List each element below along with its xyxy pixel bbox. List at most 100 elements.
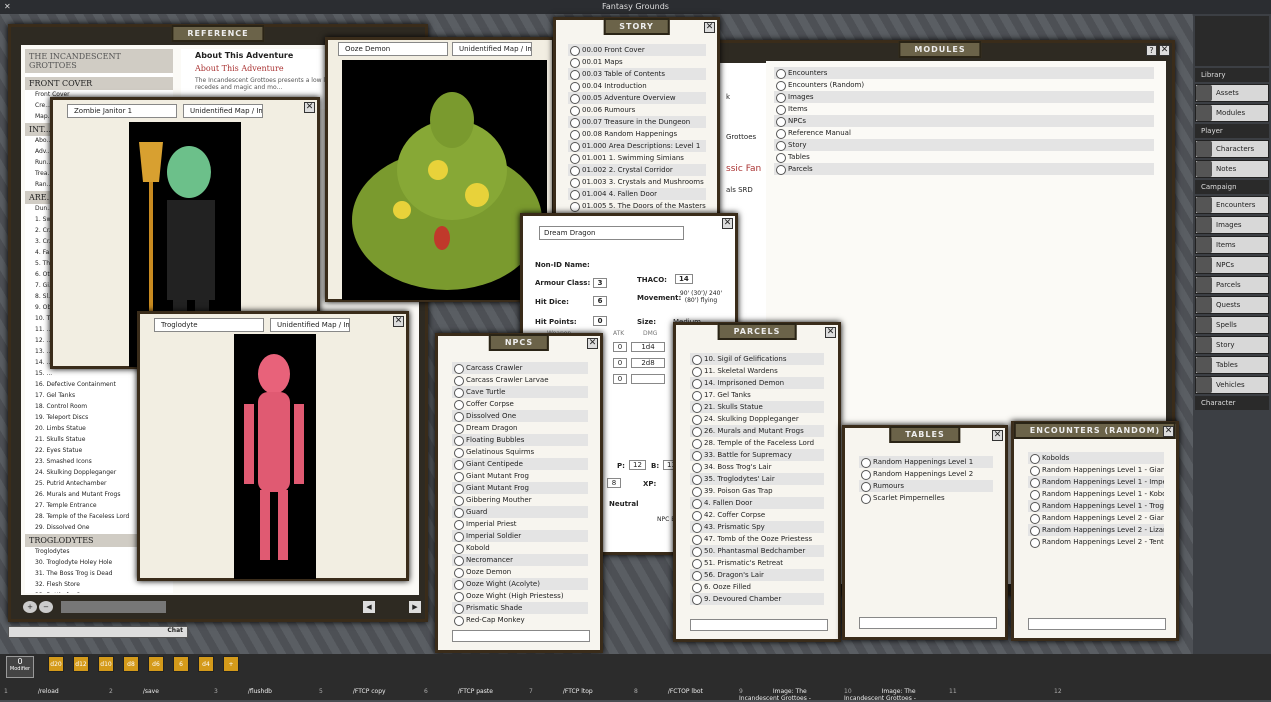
reference-link[interactable]: 33. Bottle for Supremacy: [25, 591, 173, 593]
module-item[interactable]: Encounters (Random): [774, 79, 1154, 91]
npc-item[interactable]: Necromancer: [452, 554, 588, 566]
npc-item[interactable]: Imperial Soldier: [452, 530, 588, 542]
dice-d10-button[interactable]: d10: [98, 656, 114, 672]
npc-item[interactable]: Dream Dragon: [452, 422, 588, 434]
npcs-close-button[interactable]: ✕: [587, 338, 598, 349]
story-item[interactable]: 00.03 Table of Contents: [568, 68, 706, 80]
npc-item[interactable]: Ooze Wight (Acolyte): [452, 578, 588, 590]
reference-link[interactable]: 32. Flesh Store: [25, 580, 173, 591]
npc-item[interactable]: Gelatinous Squirms: [452, 446, 588, 458]
modifier-box[interactable]: 0 Modifier: [6, 656, 34, 678]
dmg1-field[interactable]: 1d4: [631, 342, 665, 352]
parcel-item[interactable]: 43. Prismatic Spy: [690, 521, 824, 533]
character-header[interactable]: Character: [1195, 396, 1269, 410]
parcel-item[interactable]: 4. Fallen Door: [690, 497, 824, 509]
dice-d6-button[interactable]: d6: [148, 656, 164, 672]
npc-item[interactable]: Dissolved One: [452, 410, 588, 422]
remove-button[interactable]: −: [39, 601, 53, 613]
module-item[interactable]: Tables: [774, 151, 1154, 163]
atk3-field[interactable]: 0: [613, 374, 627, 384]
module-item[interactable]: Parcels: [774, 163, 1154, 175]
story-item[interactable]: 00.07 Treasure in the Dungeon: [568, 116, 706, 128]
parcel-item[interactable]: 34. Boss Trog's Lair: [690, 461, 824, 473]
hotkey-slot[interactable]: 11: [949, 688, 1049, 700]
atk1-field[interactable]: 0: [613, 342, 627, 352]
npc-item[interactable]: Kobold: [452, 542, 588, 554]
assets-button[interactable]: Assets: [1195, 84, 1269, 102]
story-item[interactable]: 01.003 3. Crystals and Mushrooms: [568, 176, 706, 188]
hotkey-slot[interactable]: 6/FTCP paste: [424, 688, 524, 700]
story-item[interactable]: 00.01 Maps: [568, 56, 706, 68]
parcel-item[interactable]: 47. Tomb of the Ooze Priestess: [690, 533, 824, 545]
npc-item[interactable]: Prismatic Shade: [452, 602, 588, 614]
story-item[interactable]: 01.005 5. The Doors of the Masters: [568, 200, 706, 212]
table-item[interactable]: Scarlet Pimpernelles: [859, 492, 993, 504]
sidebar-item-images[interactable]: Images: [1195, 216, 1269, 234]
app-close-icon[interactable]: ✕: [4, 0, 11, 14]
encounters-search[interactable]: [1028, 618, 1166, 630]
module-item[interactable]: Images: [774, 91, 1154, 103]
story-item[interactable]: 00.04 Introduction: [568, 80, 706, 92]
sidebar-item-encounters[interactable]: Encounters: [1195, 196, 1269, 214]
story-item[interactable]: 01.001 1. Swimming Simians: [568, 152, 706, 164]
encounter-item[interactable]: Random Happenings Level 2 - Tentacles: [1028, 536, 1164, 548]
trog-image-field[interactable]: Unidentified Map / Imag: [270, 318, 350, 332]
story-item[interactable]: 01.002 2. Crystal Corridor: [568, 164, 706, 176]
prev-page-button[interactable]: ◀: [363, 601, 375, 613]
parcels-search[interactable]: [690, 619, 828, 631]
hotkey-slot[interactable]: 12: [1054, 688, 1154, 700]
npc-item[interactable]: Carcass Crawler: [452, 362, 588, 374]
npc-item[interactable]: Red-Cap Monkey: [452, 614, 588, 626]
player-header[interactable]: Player: [1195, 124, 1269, 138]
encounter-item[interactable]: Random Happenings Level 2 - Giant Mutant…: [1028, 512, 1164, 524]
parcel-item[interactable]: 9. Devoured Chamber: [690, 593, 824, 605]
zombie-name-field[interactable]: Zombie Janitor 1: [67, 104, 177, 118]
encounter-item[interactable]: Random Happenings Level 1 - Giant Centip…: [1028, 464, 1164, 476]
parcel-item[interactable]: 24. Skulking Doppleganger: [690, 413, 824, 425]
ac-field[interactable]: 3: [593, 278, 607, 288]
dice-d20-button[interactable]: d20: [48, 656, 64, 672]
sidebar-item-items[interactable]: Items: [1195, 236, 1269, 254]
hotkey-slot[interactable]: 8/FCTOP lbot: [634, 688, 734, 700]
module-item[interactable]: Story: [774, 139, 1154, 151]
trog-name-field[interactable]: Troglodyte: [154, 318, 264, 332]
npc-name-field[interactable]: Dream Dragon: [539, 226, 684, 240]
encounter-item[interactable]: Random Happenings Level 1 - Kobolds: [1028, 488, 1164, 500]
sidebar-item-tables[interactable]: Tables: [1195, 356, 1269, 374]
npc-item[interactable]: Giant Mutant Frog: [452, 470, 588, 482]
module-item[interactable]: Items: [774, 103, 1154, 115]
dice-+-button[interactable]: +: [223, 656, 239, 672]
npc-item[interactable]: Imperial Priest: [452, 518, 588, 530]
parcel-item[interactable]: 26. Murals and Mutant Frogs: [690, 425, 824, 437]
story-item[interactable]: 00.00 Front Cover: [568, 44, 706, 56]
chat-input[interactable]: Chat: [8, 626, 188, 638]
level-field[interactable]: 8: [607, 478, 621, 488]
search-field[interactable]: [61, 601, 166, 613]
help-button[interactable]: ?: [1146, 45, 1157, 56]
npc-item[interactable]: Cave Turtle: [452, 386, 588, 398]
npc-item[interactable]: Ooze Wight (High Priestess): [452, 590, 588, 602]
tables-close-button[interactable]: ✕: [992, 430, 1003, 441]
hd-field[interactable]: 6: [593, 296, 607, 306]
parcel-item[interactable]: 33. Battle for Supremacy: [690, 449, 824, 461]
npc-item[interactable]: Gibbering Mouther: [452, 494, 588, 506]
zombie-close-button[interactable]: ✕: [304, 102, 315, 113]
sidebar-item-story[interactable]: Story: [1195, 336, 1269, 354]
hp-field[interactable]: 0: [593, 316, 607, 326]
npc-item[interactable]: Giant Mutant Frog: [452, 482, 588, 494]
parcel-item[interactable]: 10. Sigil of Gelifications: [690, 353, 824, 365]
story-item[interactable]: 00.05 Adventure Overview: [568, 92, 706, 104]
thaco-field[interactable]: 14: [675, 274, 693, 284]
npc-item[interactable]: Floating Bubbles: [452, 434, 588, 446]
toolbar-icons[interactable]: [1195, 16, 1269, 66]
parcels-close-button[interactable]: ✕: [825, 327, 836, 338]
parcel-item[interactable]: 11. Skeletal Wardens: [690, 365, 824, 377]
parcel-item[interactable]: 6. Ooze Filled: [690, 581, 824, 593]
npc-close-button[interactable]: ✕: [722, 218, 733, 229]
trog-close-button[interactable]: ✕: [393, 316, 404, 327]
campaign-header[interactable]: Campaign: [1195, 180, 1269, 194]
atk2-field[interactable]: 0: [613, 358, 627, 368]
npc-item[interactable]: Guard: [452, 506, 588, 518]
dmg3-field[interactable]: [631, 374, 665, 384]
dice-6-button[interactable]: 6: [173, 656, 189, 672]
